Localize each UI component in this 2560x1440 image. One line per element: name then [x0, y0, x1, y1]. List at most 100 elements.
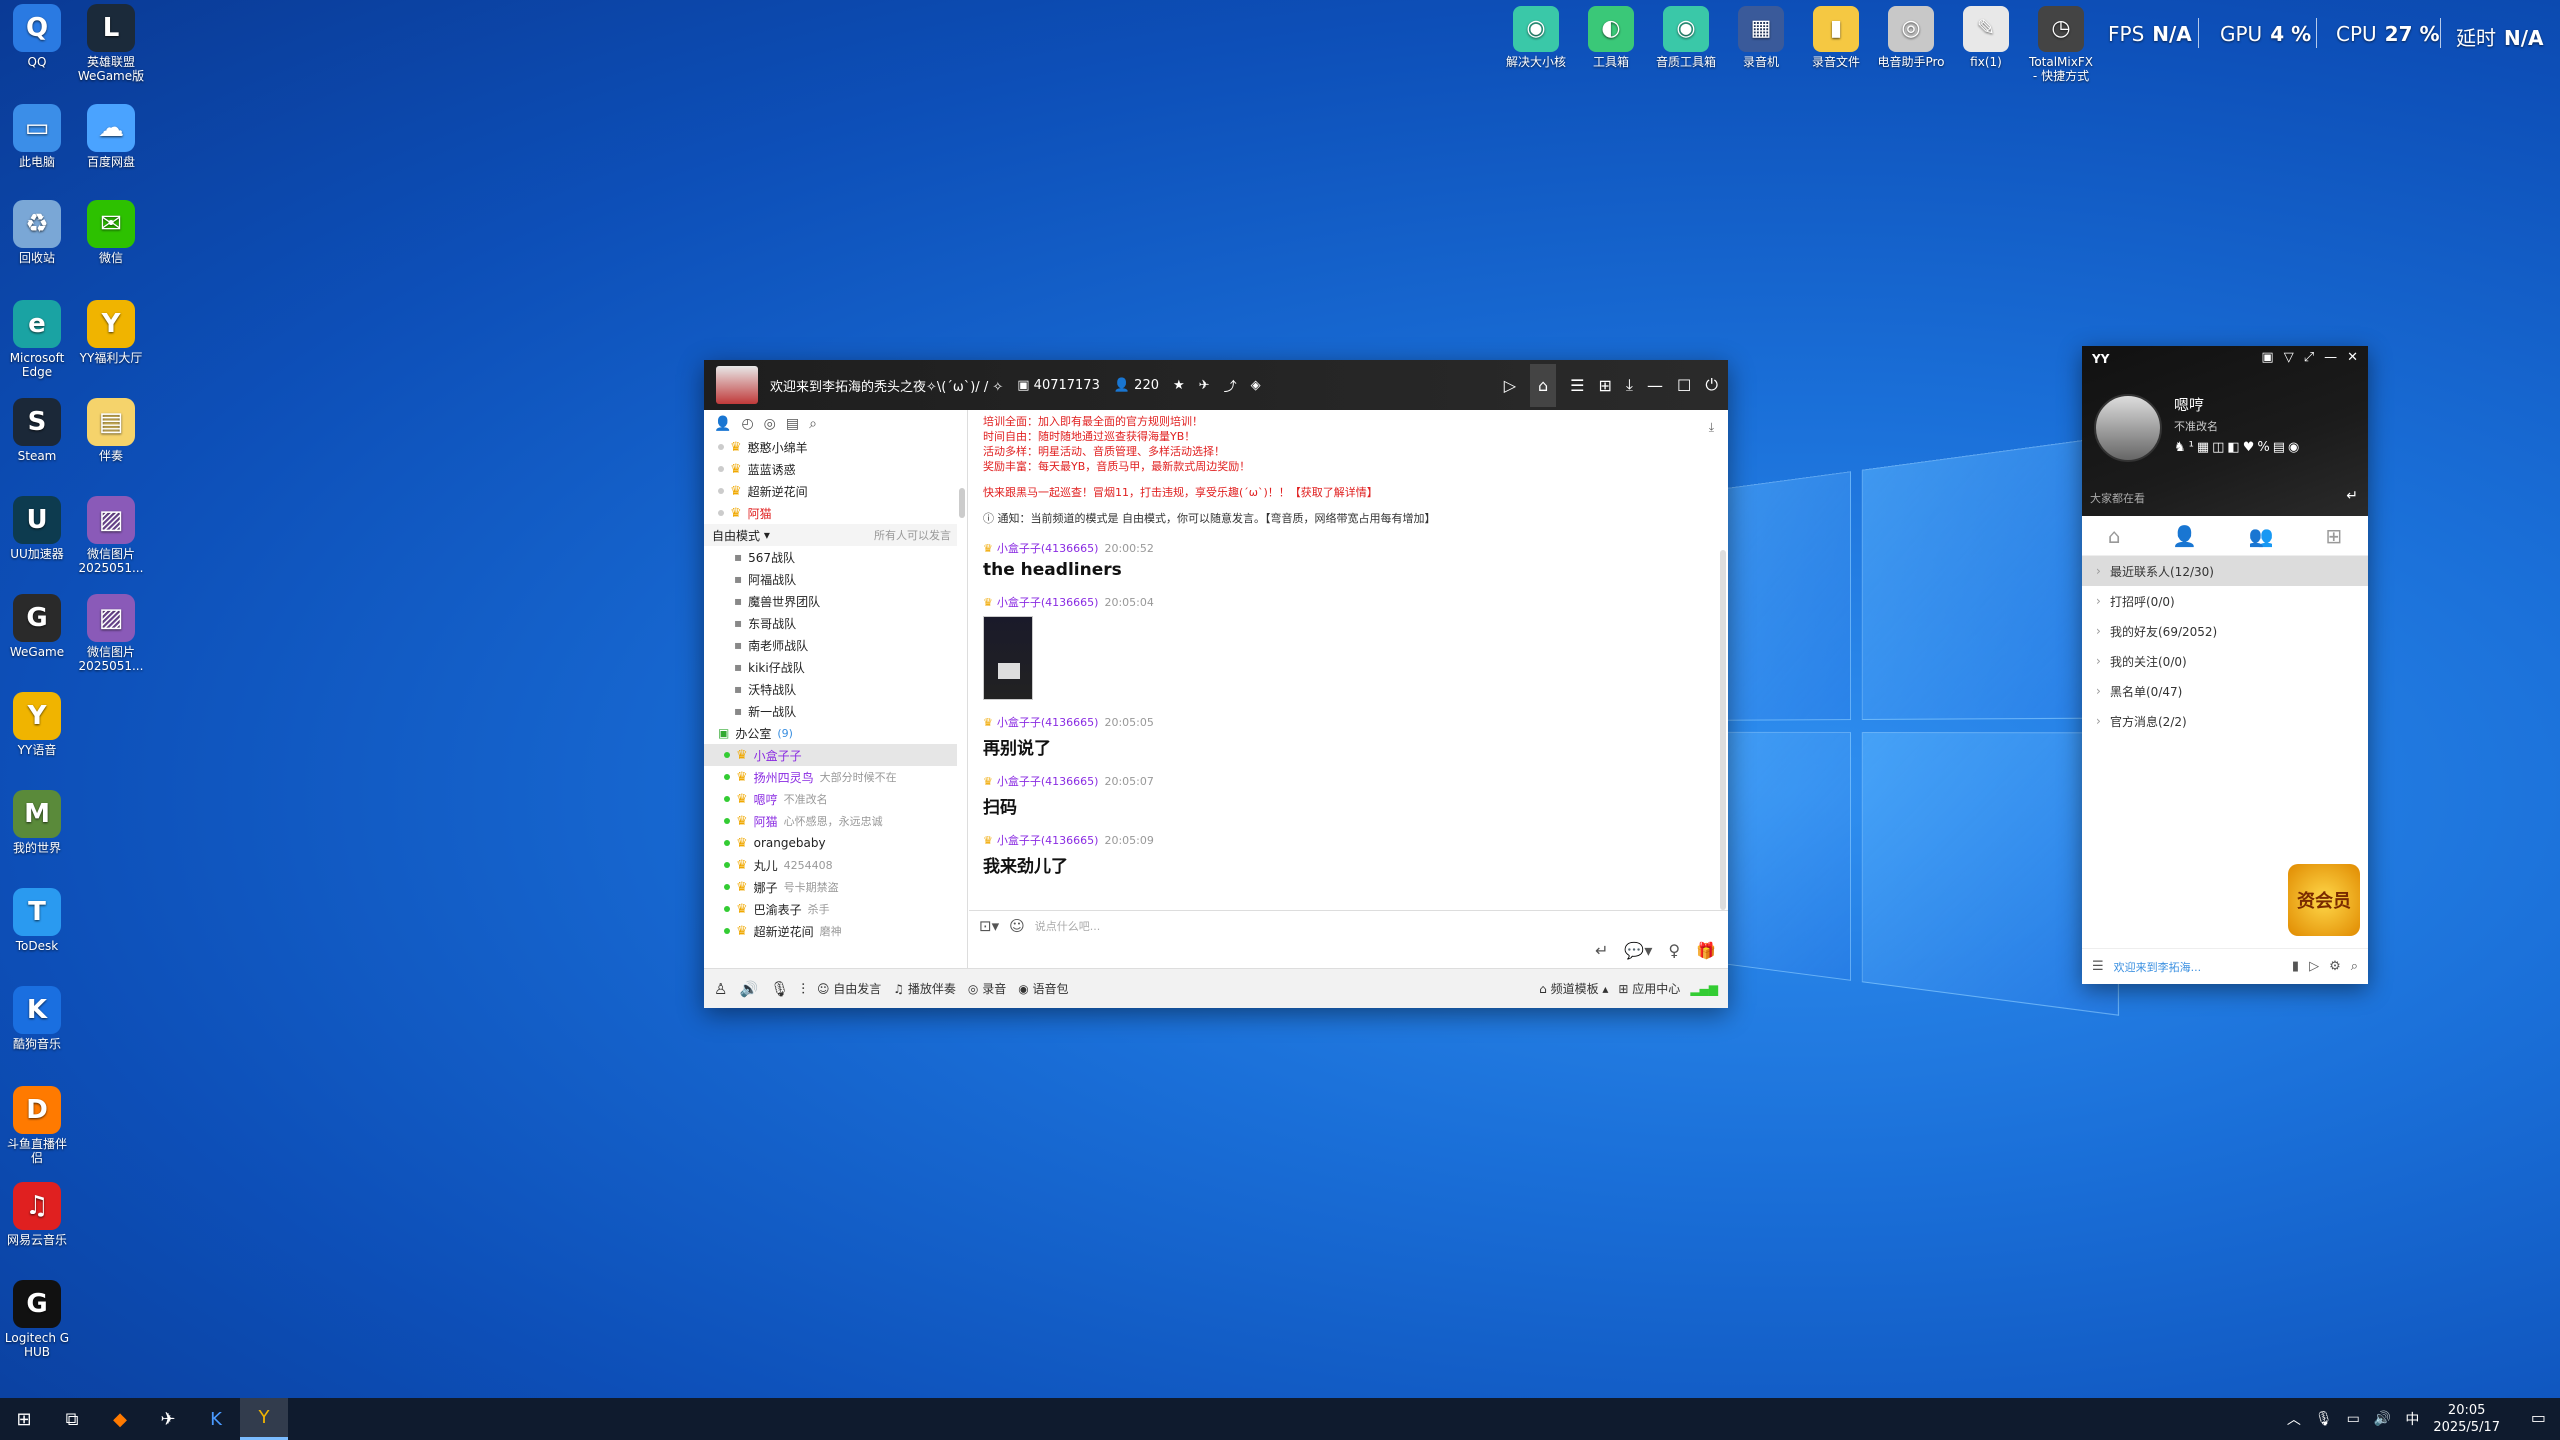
- desktop-shortcut[interactable]: K 酷狗音乐: [2, 986, 72, 1051]
- bookmark-icon[interactable]: ▮: [2292, 959, 2299, 974]
- message-image[interactable]: [983, 616, 1033, 700]
- mic-gift-icon[interactable]: ♀: [1668, 941, 1680, 960]
- tree-user[interactable]: ♛ 超新逆花间: [704, 480, 957, 502]
- notes-icon[interactable]: ▣: [2261, 350, 2273, 365]
- desktop-shortcut[interactable]: G WeGame: [2, 594, 72, 659]
- avatar-icon[interactable]: ♙: [714, 980, 727, 998]
- gift-icon[interactable]: 🎁: [1696, 941, 1716, 960]
- apps-tab-icon[interactable]: ⊞: [2325, 524, 2342, 548]
- office-user[interactable]: ♛ 巴渝表子 杀手: [704, 898, 957, 920]
- desktop-shortcut[interactable]: L 英雄联盟 WeGame版: [76, 4, 146, 83]
- app-center-button[interactable]: ⊞ 应用中心: [1618, 980, 1680, 997]
- subchannel[interactable]: ▪ 东哥战队: [704, 612, 957, 634]
- emoji-icon[interactable]: ☺: [1009, 917, 1025, 935]
- history-icon[interactable]: ◴: [741, 416, 753, 432]
- subchannel[interactable]: ▪ 南老师战队: [704, 634, 957, 656]
- favorite-star-icon[interactable]: ★: [1173, 378, 1185, 393]
- profile-signature[interactable]: 不准改名: [2174, 418, 2218, 434]
- tree-user[interactable]: ♛ 憨憨小绵羊: [704, 436, 957, 458]
- desktop-shortcut[interactable]: D 斗鱼直播伴侣: [2, 1086, 72, 1165]
- maximize-icon[interactable]: ☐: [1677, 376, 1691, 395]
- gamepad-icon[interactable]: ⊞: [1599, 376, 1612, 395]
- yy-taskbar-icon[interactable]: Y: [240, 1398, 288, 1440]
- subchannel[interactable]: ▪ 沃特战队: [704, 678, 957, 700]
- profile-avatar[interactable]: [2094, 394, 2162, 462]
- play-music-button[interactable]: ♫ 播放伴奏: [893, 980, 956, 997]
- location-icon[interactable]: ◎: [764, 416, 776, 432]
- emoji-game-icon[interactable]: ⊡▾: [979, 917, 999, 935]
- network-icon[interactable]: ▭: [2347, 1411, 2360, 1427]
- desktop-shortcut[interactable]: U UU加速器: [2, 496, 72, 561]
- member-icon[interactable]: 👤: [714, 416, 731, 432]
- office-user[interactable]: ♛ 丸儿 4254408: [704, 854, 957, 876]
- desktop-shortcut[interactable]: ▨ 微信图片 2025051...: [76, 594, 146, 673]
- desktop-shortcut[interactable]: ◉ 解决大小核: [1500, 6, 1572, 69]
- tray-mic-icon[interactable]: 🎙: [2315, 1411, 2333, 1427]
- tray-chevron-icon[interactable]: ︿: [2287, 1409, 2301, 1429]
- desktop-shortcut[interactable]: ☁ 百度网盘: [76, 104, 146, 169]
- subchannel[interactable]: ▪ 新一战队: [704, 700, 957, 722]
- desktop-shortcut[interactable]: M 我的世界: [2, 790, 72, 855]
- desktop-shortcut[interactable]: ◐ 工具箱: [1575, 6, 1647, 69]
- desktop-shortcut[interactable]: ◷ TotalMixFX - 快捷方式: [2025, 6, 2097, 83]
- home-tab-icon[interactable]: ⌂: [2108, 524, 2121, 548]
- tree-user[interactable]: ♛ 阿猫: [704, 502, 957, 524]
- share-icon[interactable]: ⤴: [1224, 376, 1237, 395]
- notes-icon[interactable]: ▤: [786, 416, 799, 432]
- desktop-shortcut[interactable]: Q QQ: [2, 4, 72, 69]
- speaker-icon[interactable]: 🔊: [739, 980, 758, 998]
- tree-user[interactable]: ♛ 蓝蓝诱惑: [704, 458, 957, 480]
- contact-group-item[interactable]: 黑名单(0/47): [2082, 676, 2368, 706]
- microphone-icon[interactable]: 🎙: [770, 980, 789, 998]
- contact-group-item[interactable]: 我的关注(0/0): [2082, 646, 2368, 676]
- kugou-taskbar-icon[interactable]: K: [192, 1398, 240, 1440]
- douyu-taskbar-icon[interactable]: ◆: [96, 1398, 144, 1440]
- contact-group-item[interactable]: 官方消息(2/2): [2082, 706, 2368, 736]
- recent-channel-link[interactable]: 欢迎来到李拓海...: [2114, 959, 2202, 975]
- shield-icon[interactable]: ◈: [1251, 378, 1261, 393]
- scroll-down-icon[interactable]: ⤓: [1709, 420, 1714, 435]
- contact-group-item[interactable]: 最近联系人(12/30): [2082, 556, 2368, 586]
- mixer-icon[interactable]: ⫶: [801, 980, 805, 998]
- desktop-shortcut[interactable]: ♻ 回收站: [2, 200, 72, 265]
- contact-group-item[interactable]: 我的好友(69/2052): [2082, 616, 2368, 646]
- menu-icon[interactable]: ☰: [2092, 959, 2104, 974]
- chat-input[interactable]: 说点什么吧...: [1035, 918, 1101, 934]
- contact-group-item[interactable]: 打招呼(0/0): [2082, 586, 2368, 616]
- list-icon[interactable]: ☰: [1570, 376, 1584, 395]
- expand-icon[interactable]: ⤢: [2304, 350, 2314, 365]
- office-user[interactable]: ♛ 小盒子子: [704, 744, 957, 766]
- message-sender[interactable]: 小盒子子: [997, 596, 1041, 609]
- video-icon[interactable]: ▷: [1504, 376, 1516, 395]
- plane-icon[interactable]: ✈: [1199, 378, 1210, 393]
- message-sender[interactable]: 小盒子子: [997, 542, 1041, 555]
- subchannel[interactable]: ▪ kiki仔战队: [704, 656, 957, 678]
- profile-badges[interactable]: ♞¹▦◫◧♥%▤◉: [2174, 440, 2302, 455]
- message-sender[interactable]: 小盒子子: [997, 775, 1041, 788]
- task-view-icon[interactable]: ⧉: [48, 1398, 96, 1440]
- desktop-shortcut[interactable]: T ToDesk: [2, 888, 72, 953]
- office-channel[interactable]: ▣ 办公室 (9): [704, 722, 957, 744]
- settings-icon[interactable]: ⚙: [2329, 959, 2341, 974]
- desktop-shortcut[interactable]: G Logitech G HUB: [2, 1280, 72, 1359]
- desktop-shortcut[interactable]: ▤ 伴奏: [76, 398, 146, 463]
- desktop-shortcut[interactable]: ◉ 音质工具箱: [1650, 6, 1722, 69]
- contacts-tab-icon[interactable]: 👤: [2172, 524, 2197, 548]
- enter-icon[interactable]: ↵: [1595, 941, 1608, 960]
- patrol-notice[interactable]: 快来跟黑马一起巡查！冒烟11，打击违规，享受乐趣(ˊωˋ)！！【获取了解详情】: [983, 484, 1714, 500]
- everyone-watching[interactable]: 大家都在看: [2090, 490, 2145, 506]
- desktop-shortcut[interactable]: ▨ 微信图片 2025051...: [76, 496, 146, 575]
- desktop-shortcut[interactable]: S Steam: [2, 398, 72, 463]
- desktop-shortcut[interactable]: ▮ 录音文件: [1800, 6, 1872, 69]
- skin-icon[interactable]: ▽: [2284, 350, 2294, 365]
- close-icon[interactable]: ✕: [2347, 350, 2358, 365]
- desktop-shortcut[interactable]: ✉ 微信: [76, 200, 146, 265]
- desktop-shortcut[interactable]: e Microsoft Edge: [2, 300, 72, 379]
- channel-avatar[interactable]: [716, 366, 758, 404]
- minimize-icon[interactable]: —: [2324, 350, 2337, 365]
- power-icon[interactable]: ⏻: [1705, 375, 1718, 395]
- record-button[interactable]: ◎ 录音: [968, 980, 1006, 997]
- groups-tab-icon[interactable]: 👥: [2249, 524, 2274, 548]
- chat-scrollbar[interactable]: [1720, 550, 1726, 910]
- volume-icon[interactable]: 🔊: [2374, 1411, 2391, 1427]
